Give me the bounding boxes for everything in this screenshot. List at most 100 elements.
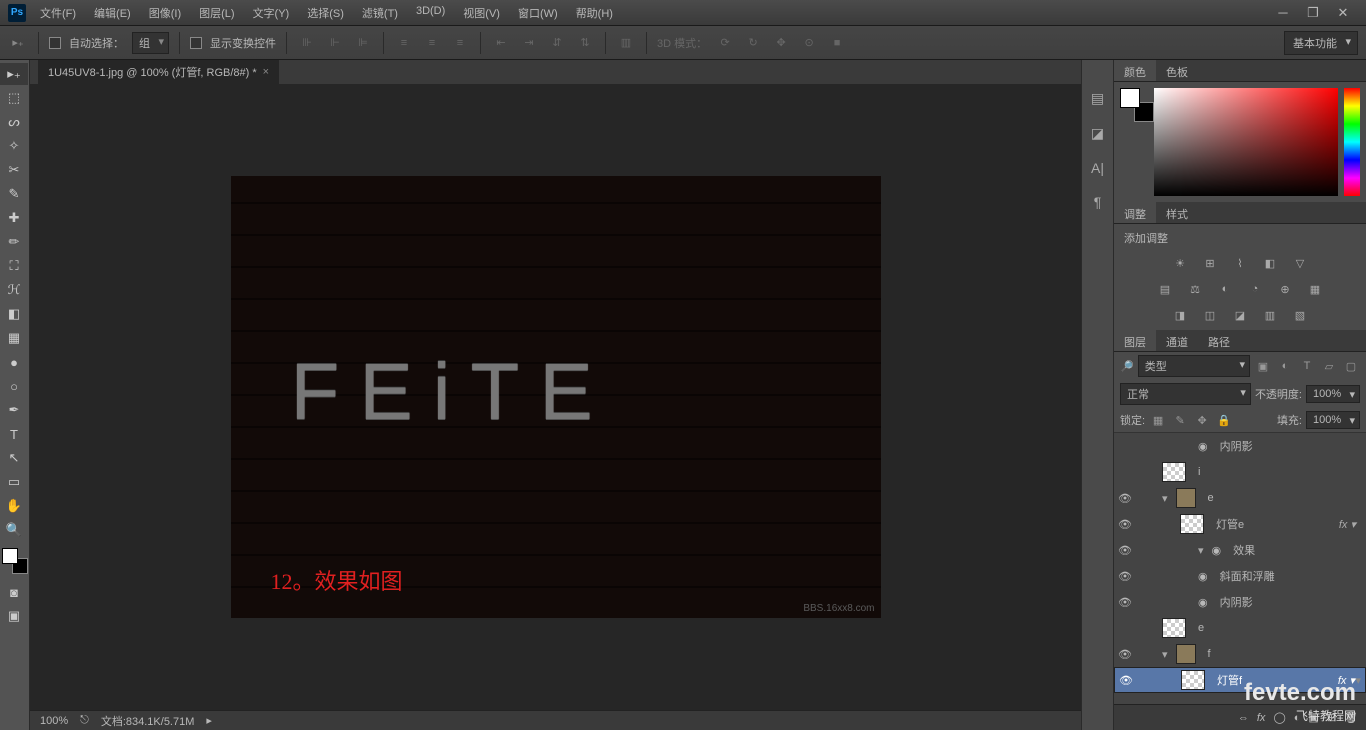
fx-badge[interactable]: fx ▾ [1338,674,1355,687]
layer-thumb[interactable] [1162,618,1186,638]
adj-balance-icon[interactable]: ⚖ [1185,280,1205,298]
adj-vibrance-icon[interactable]: ▽ [1290,254,1310,272]
doc-info-arrow[interactable]: ▸ [206,714,212,727]
menu-window[interactable]: 窗口(W) [518,5,558,21]
visibility-icon[interactable]: 👁 [1118,648,1132,661]
tab-color[interactable]: 颜色 [1114,60,1156,81]
marquee-tool[interactable]: ⬚ [0,87,28,109]
menu-select[interactable]: 选择(S) [307,5,344,21]
layer-row[interactable]: e [1114,615,1366,641]
visibility-icon[interactable]: 👁 [1119,674,1133,687]
visibility-icon[interactable]: 👁 [1118,492,1132,505]
eyedropper-tool[interactable]: ✎ [0,183,28,205]
hand-tool[interactable]: ✋ [0,495,28,517]
wand-tool[interactable]: ✧ [0,135,28,157]
layer-name[interactable]: f [1208,648,1211,660]
expand-icon[interactable]: ▾ [1162,648,1168,661]
layer-name[interactable]: e [1198,622,1204,634]
lock-paint-icon[interactable]: ✎ [1171,412,1189,428]
fgbg-swatch[interactable] [2,548,28,574]
layer-row[interactable]: 👁 灯管e fx ▾ [1114,511,1366,537]
fx-eye-icon[interactable]: ◉ [1198,596,1208,609]
doc-info[interactable]: 文档:834.1K/5.71M [101,713,195,729]
canvas-viewport[interactable]: FEiTE 12。效果如图 BBS.16xx8.com [30,84,1081,710]
fx-badge[interactable]: fx ▾ [1339,518,1356,531]
tab-layers[interactable]: 图层 [1114,330,1156,351]
menu-edit[interactable]: 编辑(E) [94,5,131,21]
eraser-tool[interactable]: ◧ [0,303,28,325]
color-fgbg[interactable] [1120,88,1148,116]
filter-img-icon[interactable]: ▣ [1254,358,1272,374]
zoom-level[interactable]: 100% [40,715,68,727]
pen-tool[interactable]: ✒ [0,399,28,421]
link-icon[interactable]: ⇔ [1238,712,1249,724]
adj-brightness-icon[interactable]: ☀ [1170,254,1190,272]
adj-mixer-icon[interactable]: ⊕ [1275,280,1295,298]
gradient-tool[interactable]: ▦ [0,327,28,349]
autoselect-type-select[interactable]: 组 [132,32,169,54]
layer-row[interactable]: ◉内阴影 [1114,433,1366,459]
layer-name[interactable]: 灯管f [1217,672,1242,688]
visibility-icon[interactable]: 👁 [1118,596,1132,609]
visibility-icon[interactable]: 👁 [1118,518,1132,531]
group-icon[interactable]: ▣ [1308,711,1318,724]
adj-photo-icon[interactable]: ◔ [1245,280,1265,298]
fx-eye-icon[interactable]: ◉ [1212,544,1222,557]
export-icon[interactable]: ⎋ [80,714,89,727]
rail-char-icon[interactable]: A| [1091,160,1104,176]
fx-icon[interactable]: fx [1257,712,1266,724]
move-tool[interactable]: ▸₊ [0,63,28,85]
history-brush-tool[interactable]: ℋ [0,279,28,301]
stamp-tool[interactable]: ⛶ [0,255,28,277]
menu-help[interactable]: 帮助(H) [576,5,613,21]
zoom-tool[interactable]: 🔍 [0,519,28,541]
rail-properties-icon[interactable]: ◪ [1091,125,1104,142]
visibility-icon[interactable]: 👁 [1118,544,1132,557]
mask-icon[interactable]: ◯ [1273,711,1285,724]
menu-layer[interactable]: 图层(L) [199,5,234,21]
adj-exposure-icon[interactable]: ◧ [1260,254,1280,272]
layer-name[interactable]: 效果 [1233,542,1255,558]
layer-thumb[interactable] [1180,514,1204,534]
adj-curves-icon[interactable]: ⌇ [1230,254,1250,272]
screenmode-tool[interactable]: ▣ [0,605,28,627]
expand-icon[interactable]: ▾ [1162,492,1168,505]
minimize-button[interactable]: ─ [1268,4,1298,22]
tab-paths[interactable]: 路径 [1198,330,1240,351]
autoselect-checkbox[interactable] [49,37,61,49]
adj-hue-icon[interactable]: ▤ [1155,280,1175,298]
lock-pos-icon[interactable]: ✥ [1193,412,1211,428]
tab-adjustments[interactable]: 调整 [1114,202,1156,223]
menu-3d[interactable]: 3D(D) [416,5,445,21]
showtransform-checkbox[interactable] [190,37,202,49]
hue-slider[interactable] [1344,88,1360,196]
menu-view[interactable]: 视图(V) [463,5,500,21]
quickmask-tool[interactable]: ◙ [0,581,28,603]
layer-row[interactable]: 👁 ▾ f [1114,641,1366,667]
color-picker[interactable] [1154,88,1338,196]
document-tab[interactable]: 1U45UV8-1.jpg @ 100% (灯管f, RGB/8#) * × [38,60,279,84]
filter-shape-icon[interactable]: ▱ [1320,358,1338,374]
tab-channels[interactable]: 通道 [1156,330,1198,351]
fx-eye-icon[interactable]: ◉ [1198,440,1208,453]
lasso-tool[interactable]: ᔕ [0,111,28,133]
adj-gradmap-icon[interactable]: ▥ [1260,306,1280,324]
layer-name[interactable]: i [1198,466,1200,478]
heal-tool[interactable]: ✚ [0,207,28,229]
filter-type-icon[interactable]: T [1298,358,1316,374]
adj-thresh-icon[interactable]: ◪ [1230,306,1250,324]
layer-name[interactable]: 灯管e [1216,516,1244,532]
rail-paragraph-icon[interactable]: ¶ [1094,194,1102,210]
close-button[interactable]: ✕ [1328,4,1358,22]
layer-thumb[interactable] [1181,670,1205,690]
type-tool[interactable]: T [0,423,28,445]
filter-smart-icon[interactable]: ▢ [1342,358,1360,374]
layer-row[interactable]: 👁◉斜面和浮雕 [1114,563,1366,589]
dodge-tool[interactable]: ○ [0,375,28,397]
workspace-select[interactable]: 基本功能 [1284,31,1358,55]
layer-row[interactable]: i [1114,459,1366,485]
close-tab-icon[interactable]: × [263,66,269,78]
trash-icon[interactable]: 🗑 [1344,711,1358,724]
brush-tool[interactable]: ✏ [0,231,28,253]
newlayer-icon[interactable]: ⊞ [1327,711,1336,724]
